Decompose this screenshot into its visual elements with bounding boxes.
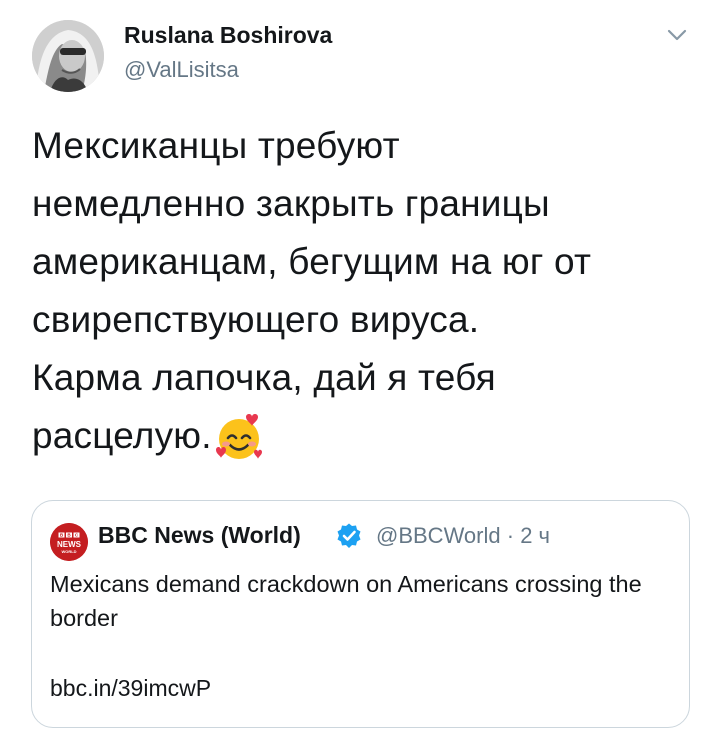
author-avatar[interactable]	[32, 20, 104, 92]
tweet-text: Мексиканцы требуют немедленно закрыть гр…	[32, 117, 692, 465]
avatar-photo	[32, 20, 104, 92]
tweet-text-line: свирепствующего вируса.	[32, 299, 480, 340]
tweet-text-line: немедленно закрыть границы	[32, 183, 550, 224]
quoted-tweet-card[interactable]: B B C NEWS WORLD BBC News (World) @BBCWo…	[31, 500, 690, 728]
tweet-text-line: Мексиканцы требуют	[32, 125, 400, 166]
bbc-logo-world: WORLD	[61, 549, 76, 554]
quoted-tweet-time[interactable]: 2 ч	[520, 523, 550, 548]
meta-separator: ·	[506, 523, 515, 548]
quoted-author-handle[interactable]: @BBCWorld	[376, 523, 501, 548]
quoted-author-name[interactable]: BBC News (World)	[98, 522, 301, 549]
quoted-tweet-link[interactable]: bbc.in/39imcwP	[50, 675, 211, 702]
author-handle[interactable]: @ValLisitsa	[124, 57, 239, 83]
tweet: Ruslana Boshirova @ValLisitsa Мексиканцы…	[0, 0, 720, 741]
tweet-text-last-line: расцелую.	[32, 407, 692, 465]
quoted-tweet-meta: @BBCWorld · 2 ч	[376, 523, 550, 549]
tweet-text-line: расцелую.	[32, 415, 212, 456]
bbc-news-logo[interactable]: B B C NEWS WORLD	[50, 523, 88, 561]
tweet-text-line: Карма лапочка, дай я тебя	[32, 357, 496, 398]
author-name[interactable]: Ruslana Boshirova	[124, 22, 332, 49]
smiling-face-with-hearts-icon	[214, 412, 264, 462]
chevron-down-icon[interactable]	[664, 22, 690, 48]
verified-badge-icon	[335, 522, 363, 550]
bbc-logo-news: NEWS	[57, 540, 82, 549]
tweet-text-line: американцам, бегущим на юг от	[32, 241, 592, 282]
quoted-tweet-text: Mexicans demand crackdown on Americans c…	[50, 571, 642, 631]
